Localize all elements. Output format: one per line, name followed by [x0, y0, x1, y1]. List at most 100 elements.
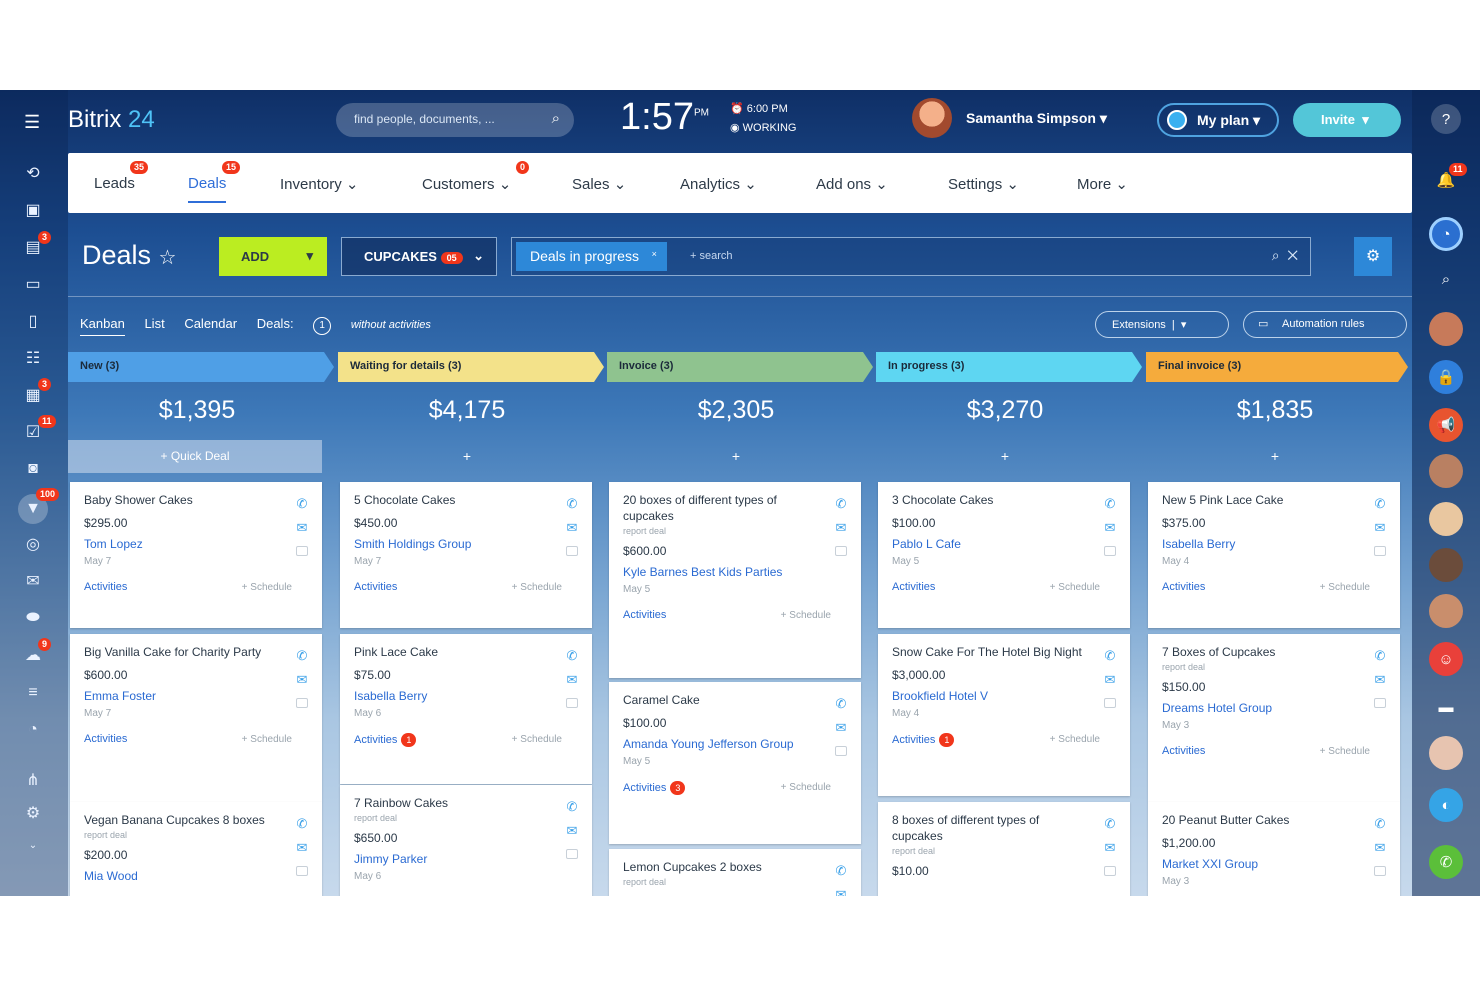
checkbox-icon[interactable] [1102, 692, 1118, 716]
deal-client[interactable]: Pablo L Cafe [892, 536, 1116, 552]
column-header[interactable]: Invoice (3) [607, 352, 873, 382]
activities-link[interactable]: Activities [354, 734, 397, 746]
filter-chip[interactable]: Deals in progress × [516, 242, 667, 271]
add-deal-button[interactable]: + [1146, 448, 1404, 464]
view-list[interactable]: List [144, 316, 164, 331]
checkbox-icon[interactable] [1102, 540, 1118, 564]
mail-icon[interactable]: ✉ [1372, 668, 1388, 692]
checkbox-icon[interactable] [1372, 860, 1388, 884]
filter-search-bar[interactable]: Deals in progress × + search ⌕ ✕ [511, 237, 1311, 276]
deal-title[interactable]: New 5 Pink Lace Cake [1162, 492, 1386, 508]
deal-title[interactable]: Baby Shower Cakes [84, 492, 308, 508]
deal-client[interactable]: Isabella Berry [354, 688, 578, 704]
drive-icon[interactable]: ☁ 9 [20, 638, 52, 668]
activities-link[interactable]: Activities [892, 581, 935, 593]
megaphone-icon[interactable]: 📢 [1429, 408, 1463, 442]
deal-card[interactable]: Snow Cake For The Hotel Big Night $3,000.… [878, 634, 1130, 796]
live-chat-icon[interactable]: ☺ [1429, 642, 1463, 676]
checkbox-icon[interactable] [1102, 860, 1118, 884]
deal-client[interactable]: Market XXI Group [1162, 856, 1386, 872]
tab-customers[interactable]: Customers ⌄ 0 [422, 161, 530, 193]
target-icon[interactable]: ◎ [20, 531, 46, 557]
deal-card[interactable]: 8 boxes of different types of cupcakes re… [878, 802, 1130, 896]
tab-settings[interactable]: Settings ⌄ [948, 175, 1019, 193]
sitemap-icon[interactable]: ⋔ [20, 767, 46, 793]
phone-icon[interactable]: ✆ [294, 644, 310, 668]
deal-client[interactable]: Isabella Berry [1162, 536, 1386, 552]
deal-card[interactable]: 7 Boxes of Cupcakes report deal $150.00 Dre… [1148, 634, 1400, 802]
deal-title[interactable]: 20 Peanut Butter Cakes [1162, 812, 1386, 828]
deal-client[interactable]: Smith Holdings Group [354, 536, 578, 552]
settings-button[interactable]: ⚙ [1354, 237, 1392, 276]
phone-icon[interactable]: ✆ [564, 644, 580, 668]
checkbox-icon[interactable] [294, 692, 310, 716]
schedule-link[interactable]: + Schedule [1050, 734, 1100, 745]
my-plan-button[interactable]: My plan ▾ [1157, 103, 1279, 137]
mail-icon[interactable]: ✉ [833, 516, 849, 540]
calendar-icon[interactable]: ▦ 3 [20, 378, 52, 408]
deal-card[interactable]: 5 Chocolate Cakes $450.00 Smith Holdings G… [340, 482, 592, 628]
deal-client[interactable]: Jimmy Parker [354, 851, 578, 867]
schedule-link[interactable]: + Schedule [1320, 746, 1370, 757]
deal-title[interactable]: 3 Chocolate Cakes [892, 492, 1116, 508]
mail-icon[interactable]: ✉ [833, 716, 849, 740]
add-button[interactable]: ADD ▾ [219, 237, 327, 276]
star-icon[interactable]: ☆ [159, 247, 177, 269]
schedule-link[interactable]: + Schedule [781, 782, 831, 793]
activities-link[interactable]: Activities [1162, 745, 1205, 757]
close-icon[interactable]: ✕ [1287, 247, 1298, 263]
view-kanban[interactable]: Kanban [80, 316, 125, 336]
settings-icon[interactable]: ⚙ [20, 800, 46, 826]
schedule-link[interactable]: + Schedule [1050, 582, 1100, 593]
open-channel-icon[interactable]: ◐ [1429, 788, 1463, 822]
deal-client[interactable]: Emma Foster [84, 688, 308, 704]
checkbox-icon[interactable] [833, 540, 849, 564]
column-header[interactable]: New (3) [68, 352, 334, 382]
chevron-down-icon[interactable]: ▾ [306, 248, 313, 264]
phone-icon[interactable]: ✆ [294, 812, 310, 836]
mail-icon[interactable]: ✉ [294, 516, 310, 540]
add-deal-button[interactable]: + [607, 448, 865, 464]
phone-icon[interactable]: ✆ [564, 795, 580, 819]
contact-avatar[interactable] [1429, 548, 1463, 582]
invite-button[interactable]: Invite ▾ [1293, 103, 1401, 137]
deal-card[interactable]: 20 Peanut Butter Cakes $1,200.00 Market XX… [1148, 802, 1400, 896]
deal-card[interactable]: 20 boxes of different types of cupcakes r… [609, 482, 861, 678]
phone-icon[interactable]: ✆ [1372, 812, 1388, 836]
add-deal-button[interactable]: + [338, 448, 596, 464]
schedule-link[interactable]: + Schedule [512, 582, 562, 593]
deal-card[interactable]: Lemon Cupcakes 2 boxes report deal ✆ ✉ [609, 849, 861, 896]
search-icon[interactable]: ⌕ [1429, 262, 1463, 296]
deal-client[interactable]: Kyle Barnes Best Kids Parties [623, 564, 847, 580]
deal-title[interactable]: 5 Chocolate Cakes [354, 492, 578, 508]
schedule-link[interactable]: + Schedule [242, 734, 292, 745]
contact-avatar[interactable] [1429, 312, 1463, 346]
deal-card[interactable]: Pink Lace Cake $75.00 Isabella Berry May 6 A… [340, 634, 592, 784]
mail-icon[interactable]: ✉ [20, 568, 46, 594]
checkbox-icon[interactable] [294, 540, 310, 564]
mail-icon[interactable]: ✉ [1372, 516, 1388, 540]
phone-icon[interactable]: ✆ [1102, 644, 1118, 668]
phone-icon[interactable]: ✆ [1372, 644, 1388, 668]
mail-icon[interactable]: ✉ [294, 836, 310, 860]
activities-link[interactable]: Activities [623, 609, 666, 621]
deal-card[interactable]: New 5 Pink Lace Cake $375.00 Isabella Berr… [1148, 482, 1400, 628]
activities-link[interactable]: Activities [623, 782, 666, 794]
deal-card[interactable]: Caramel Cake $100.00 Amanda Young Jefferso… [609, 682, 861, 844]
tab-add-ons[interactable]: Add ons ⌄ [816, 175, 888, 193]
schedule-link[interactable]: + Schedule [512, 734, 562, 745]
checkbox-icon[interactable] [564, 692, 580, 716]
deal-card[interactable]: Vegan Banana Cupcakes 8 boxes report deal… [70, 802, 322, 896]
deal-client[interactable]: Mia Wood [84, 868, 308, 884]
quick-deal-button[interactable]: + Quick Deal [68, 440, 322, 473]
search-icon[interactable]: ⌕ [552, 110, 560, 127]
deal-card[interactable]: 7 Rainbow Cakes report deal $650.00 Jimmy P… [340, 785, 592, 896]
mail-icon[interactable]: ✉ [564, 516, 580, 540]
schedule-link[interactable]: + Schedule [781, 610, 831, 621]
schedule-link[interactable]: + Schedule [242, 582, 292, 593]
phone-icon[interactable]: ✆ [1102, 812, 1118, 836]
add-deal-button[interactable]: + [876, 448, 1134, 464]
tab-analytics[interactable]: Analytics ⌄ [680, 175, 757, 193]
deal-title[interactable]: 8 boxes of different types of cupcakes [892, 812, 1116, 844]
phone-icon[interactable]: ✆ [833, 492, 849, 516]
